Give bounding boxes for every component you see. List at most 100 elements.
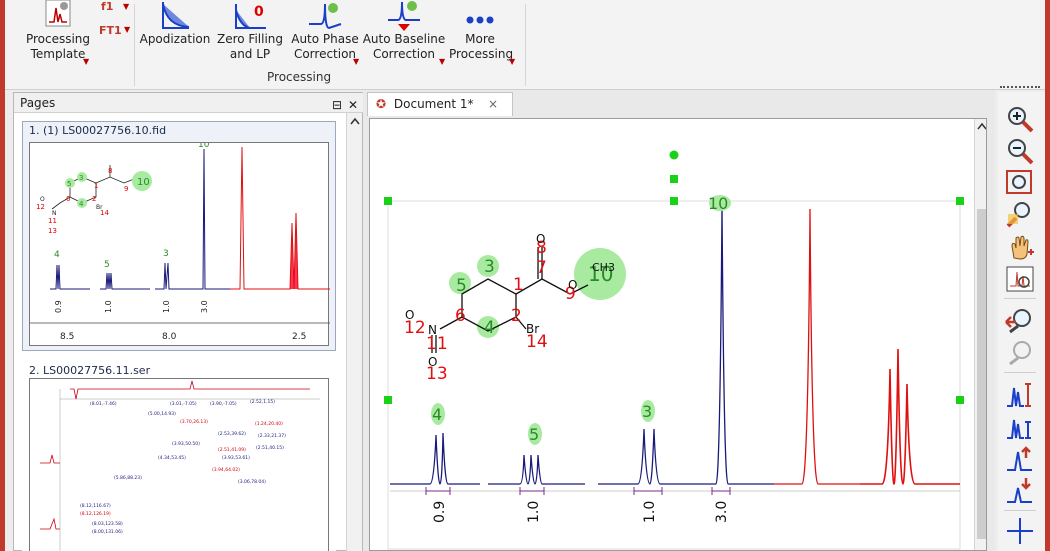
cross-peak-label: (5.86,88.23): [114, 475, 142, 481]
cross-peak-label: (1.24,20.40): [255, 421, 283, 427]
scroll-up-icon[interactable]: [347, 113, 363, 129]
page-thumbnail-2[interactable]: 2. LS00027756.11.ser (8.01,-7.46) (5.00,1…: [22, 361, 336, 551]
cross-peak-label: (3.06,78.04): [238, 479, 266, 485]
pan-hand-icon[interactable]: [1004, 232, 1036, 262]
integral-value: 1.0: [526, 501, 542, 523]
crosshair-icon[interactable]: [1004, 516, 1036, 546]
zoom-out-icon[interactable]: [1004, 136, 1036, 166]
atom-label: 4: [484, 318, 495, 338]
chevron-down-icon: ▼: [439, 57, 446, 66]
peak-label: 3: [163, 249, 169, 259]
more-processing-label: More Processing: [449, 32, 514, 61]
peak-label: 10: [198, 143, 210, 150]
selection-handle[interactable]: [956, 396, 964, 404]
zoom-forward-icon[interactable]: [1004, 338, 1036, 368]
atom-label: 6: [455, 306, 466, 326]
selection-handle[interactable]: [384, 396, 392, 404]
page-thumbnail-1[interactable]: 1. (1) LS00027756.10.fid 10 3 5 4 1 8 9 …: [22, 121, 336, 351]
document-scrollbar[interactable]: [974, 119, 987, 550]
cross-peak-label: (3.94,64.02): [212, 467, 240, 473]
integrate-icon[interactable]: [1004, 380, 1036, 410]
integral-value: 3.0: [714, 501, 730, 523]
chevron-down-icon: ▼: [353, 57, 360, 66]
page-title: 2. LS00027756.11.ser: [29, 364, 151, 377]
cross-peak-label: (8.00,131.06): [92, 529, 123, 535]
cross-peak-label: (3.93,50.50): [172, 441, 200, 447]
auto-phase-icon: [309, 3, 342, 30]
apodization-icon: [162, 2, 190, 29]
chevron-down-icon: ▼: [123, 2, 130, 11]
chevron-down-icon: ▼: [509, 57, 516, 66]
atom-label: 1: [513, 275, 524, 295]
zoom-in-icon[interactable]: [1004, 104, 1036, 134]
manual-integrate-icon[interactable]: [1004, 412, 1036, 442]
pages-panel-title: Pages: [20, 96, 56, 110]
peak-pick-up-icon[interactable]: [1004, 444, 1036, 474]
cross-peak-label: (2.51,41.09): [218, 447, 246, 453]
ft-ft1-button[interactable]: FT1: [99, 24, 122, 37]
svg-text:6: 6: [66, 195, 71, 203]
toolbar-separator: [1004, 510, 1036, 511]
svg-text:4: 4: [79, 200, 84, 208]
zero-filling-icon: 0: [235, 4, 266, 29]
cross-peak-label: (5.00,14.93): [148, 411, 176, 417]
ribbon-toolbar: Processing Template ▼ f1 ▼ FT1 ▼ Apodiza…: [5, 0, 1045, 90]
more-processing-button[interactable]: More Processing ▼: [449, 0, 515, 66]
cross-peak-label: (2.51,40.15): [256, 445, 284, 451]
ribbon-separator: [134, 4, 135, 86]
zoom-back-icon[interactable]: [1004, 306, 1036, 336]
auto-baseline-button[interactable]: Auto Baseline Correction ▼: [361, 0, 447, 66]
svg-text:5: 5: [67, 180, 71, 188]
selection-handle[interactable]: [670, 197, 678, 205]
tab-document-1[interactable]: ✪ Document 1* ×: [367, 92, 513, 116]
cross-peak-label: (2.53,39.62): [218, 431, 246, 437]
document-icon: ✪: [376, 97, 387, 111]
selection-handle[interactable]: [384, 197, 392, 205]
zoom-region-icon[interactable]: [1004, 200, 1036, 230]
pages-scrollbar[interactable]: [346, 113, 362, 551]
selection-handle[interactable]: [670, 175, 678, 183]
svg-text:2: 2: [92, 195, 96, 203]
atom-symbol: O: [405, 308, 414, 322]
cross-peak-label: (8.12,116.67): [80, 503, 111, 509]
peak-label: 4: [432, 405, 442, 424]
apodization-button[interactable]: Apodization: [139, 0, 211, 47]
auto-baseline-icon: [388, 1, 420, 31]
zero-filling-button[interactable]: 0 Zero Filling and LP: [213, 0, 287, 62]
apodization-label: Apodization: [139, 32, 211, 46]
molecule-structure: 3 5 1 7 8 6 4 2 10 9 12 11 13 14 O O O N…: [404, 232, 626, 384]
close-icon[interactable]: ✕: [348, 95, 358, 115]
close-icon[interactable]: ×: [488, 93, 498, 115]
spectrum-canvas[interactable]: 3 5 1 7 8 6 4 2 10 9 12 11 13 14 O O O N…: [370, 119, 974, 551]
atom-symbol: Br: [526, 322, 539, 336]
axis-tick: 8.5: [60, 332, 74, 342]
atom-symbol: CH3: [592, 261, 615, 274]
scrollbar-thumb[interactable]: [977, 209, 986, 539]
selection-handle[interactable]: [956, 197, 964, 205]
integral-value: 0.9: [54, 300, 63, 313]
pin-icon[interactable]: ⊟: [332, 95, 342, 115]
scroll-up-icon[interactable]: [975, 119, 987, 133]
cross-peak-label: (8.03,123.58): [92, 521, 123, 527]
zoom-spectrum-icon[interactable]: [1004, 264, 1036, 294]
auto-phase-button[interactable]: Auto Phase Correction ▼: [285, 0, 365, 66]
rotate-handle[interactable]: [669, 150, 679, 160]
integral-value: 1.0: [162, 300, 171, 313]
peak-label: 10: [708, 194, 728, 213]
processing-template-button[interactable]: Processing Template ▼: [23, 0, 93, 66]
zoom-fit-icon[interactable]: [1004, 168, 1036, 198]
ribbon-separator: [525, 4, 526, 86]
ft-f1-button[interactable]: f1: [101, 0, 113, 13]
atom-symbol: O: [568, 278, 577, 292]
peak-label: 3: [642, 402, 652, 421]
document-area: ✪ Document 1* × 3 5 1 7 8 6 4 2 10 9 12 …: [363, 90, 995, 551]
cross-peak-label: (4.34,53.45): [158, 455, 186, 461]
atom-symbol: N: [428, 323, 437, 337]
auto-baseline-label: Auto Baseline Correction: [362, 32, 446, 61]
spectrum-view[interactable]: 3 5 1 7 8 6 4 2 10 9 12 11 13 14 O O O N…: [369, 118, 987, 551]
integral-value: 3.0: [200, 300, 209, 313]
peak-pick-down-icon[interactable]: [1004, 476, 1036, 506]
peak-label: 4: [54, 250, 60, 260]
document-tab-label: Document 1*: [393, 97, 474, 111]
processing-group-label: Processing: [267, 70, 332, 84]
